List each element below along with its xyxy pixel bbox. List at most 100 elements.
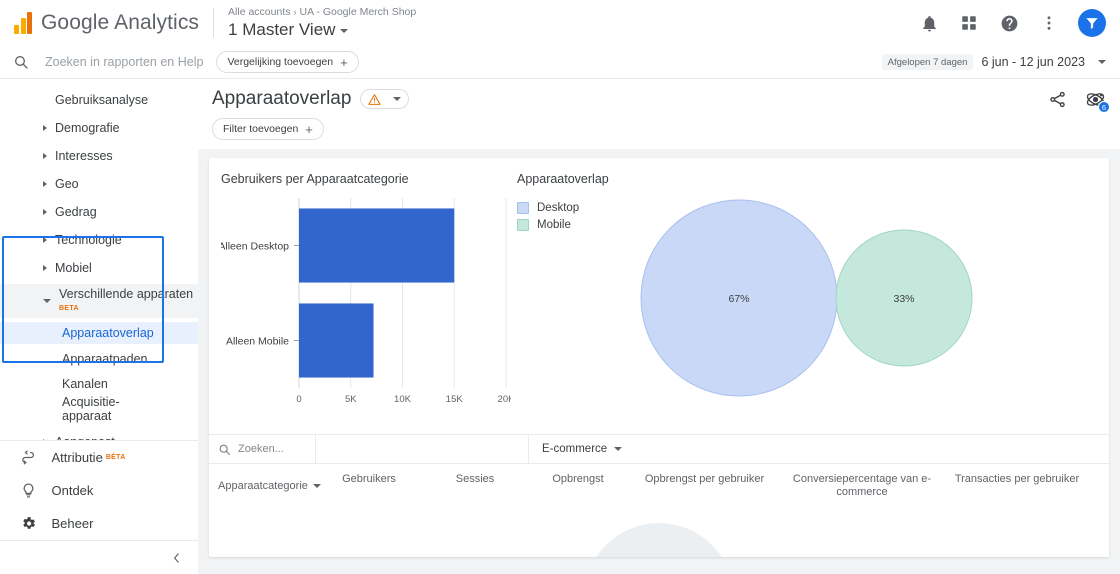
- bell-icon[interactable]: [918, 12, 940, 34]
- column-label: Conversiepercentage van e-commerce: [792, 473, 932, 498]
- search-input[interactable]: Zoeken in rapporten en Help: [45, 55, 203, 69]
- plus-icon: +: [340, 54, 348, 70]
- filter-row: Filter toevoegen +: [198, 110, 1120, 149]
- chevron-right-icon: [43, 208, 47, 215]
- sidebar-bottom: Attributie BÈTA Ontdek Beheer: [0, 440, 198, 574]
- chevron-right-icon: [43, 236, 47, 243]
- breadcrumb-accounts: Alle accounts: [228, 6, 291, 18]
- view-name-text: 1 Master View: [228, 20, 336, 39]
- more-vert-icon[interactable]: [1038, 12, 1060, 34]
- report-header: Apparaatoverlap 6 Filter toevoegen +: [198, 79, 1120, 149]
- sidebar-item-label: Apparaatoverlap: [62, 326, 154, 340]
- table-column-sessies[interactable]: Sessies: [421, 473, 529, 499]
- table-column-gebruikers[interactable]: Gebruikers: [317, 473, 421, 499]
- help-icon[interactable]: [998, 12, 1020, 34]
- sidebar-item-label: Gebruiksanalyse: [55, 92, 149, 107]
- sidebar-item-gedrag[interactable]: Gedrag: [0, 201, 198, 222]
- loader-circle-shape: [584, 523, 734, 557]
- sidebar-item-mobiel[interactable]: Mobiel: [0, 257, 198, 278]
- chevron-down-icon: [340, 28, 349, 33]
- sidebar-item-label: Geo: [55, 176, 79, 191]
- breadcrumb-property: UA - Google Merch Shop: [299, 6, 417, 18]
- account-selector[interactable]: Alle accounts › UA - Google Merch Shop 1 M…: [228, 6, 416, 40]
- date-range-text: 6 jun - 12 jun 2023: [981, 55, 1085, 69]
- collapse-sidebar-button[interactable]: [0, 541, 198, 574]
- avatar[interactable]: [1078, 9, 1106, 37]
- sidebar-item-geo[interactable]: Geo: [0, 173, 198, 194]
- chevron-down-icon: [393, 97, 402, 101]
- sidebar-item-interesses[interactable]: Interesses: [0, 145, 198, 166]
- warning-triangle-icon: [368, 93, 382, 105]
- header-divider: [213, 8, 215, 38]
- add-comparison-button[interactable]: Vergelijking toevoegen +: [216, 51, 359, 73]
- table-toolbar: Zoeken... E-commerce: [209, 435, 1109, 463]
- top-bar-actions: [918, 9, 1106, 37]
- sidebar-section-label: Ontdek: [51, 483, 94, 498]
- table-search[interactable]: Zoeken...: [209, 443, 315, 456]
- report-warning-button[interactable]: [360, 89, 410, 109]
- bar-category-label: Alleen Mobile: [226, 336, 289, 348]
- x-axis-tick-label: 0: [296, 394, 301, 405]
- table-column-headers: Apparaatcategorie Gebruikers Sessies Opb…: [209, 464, 1109, 499]
- sidebar-item-gebruiksanalyse[interactable]: Gebruiksanalyse: [0, 89, 198, 110]
- insights-button[interactable]: 6: [1084, 88, 1110, 113]
- sidebar-group-label-text: Verschillende apparaten: [59, 286, 194, 301]
- table-column-opbrengst[interactable]: Opbrengst: [529, 473, 627, 499]
- sidebar-item-apparaatpaden[interactable]: Apparaatpaden: [0, 348, 198, 369]
- column-label: Opbrengst per gebruiker: [644, 473, 765, 485]
- sidebar-group-verschillende-apparaten[interactable]: Verschillende apparaten BETA: [0, 284, 198, 318]
- column-label: Apparaatcategorie: [218, 479, 308, 492]
- chevron-down-icon: [1098, 60, 1106, 64]
- beta-badge: BETA: [59, 304, 79, 312]
- beta-badge: BÈTA: [105, 454, 126, 461]
- sidebar-section-ontdek[interactable]: Ontdek: [0, 474, 198, 507]
- table-search-input: Zoeken...: [238, 443, 284, 455]
- sidebar-item-label: Acquisitie-apparaat: [62, 395, 120, 423]
- sidebar-item-label: Demografie: [55, 120, 120, 135]
- sidebar-item-acquisitie-apparaat[interactable]: Acquisitie-apparaat: [0, 395, 198, 425]
- table-group-header-label: E-commerce: [542, 443, 608, 455]
- sidebar-section-label: Attributie: [51, 450, 103, 465]
- sidebar-section-attributie[interactable]: Attributie BÈTA: [0, 441, 198, 474]
- chevron-right-icon: [43, 152, 47, 159]
- add-filter-button[interactable]: Filter toevoegen +: [212, 118, 324, 140]
- bar[interactable]: [299, 303, 374, 378]
- sidebar-section-beheer[interactable]: Beheer: [0, 507, 198, 540]
- chevron-right-icon: [43, 264, 47, 271]
- table-column-transacties-per-gebruiker[interactable]: Transacties per gebruiker: [942, 473, 1092, 499]
- sidebar-item-kanalen[interactable]: Kanalen: [0, 373, 198, 394]
- add-filter-label: Filter toevoegen: [223, 123, 299, 135]
- chevron-right-icon: [43, 124, 47, 131]
- share-icon[interactable]: [1046, 88, 1068, 110]
- date-preset-badge: Afgelopen 7 dagen: [881, 54, 974, 70]
- date-range-selector[interactable]: Afgelopen 7 dagen 6 jun - 12 jun 2023: [881, 54, 1106, 70]
- insights-badge: 6: [1098, 101, 1110, 113]
- bar-chart-panel: Gebruikers per Apparaatcategorie Alleen …: [209, 172, 515, 434]
- x-axis-tick-label: 15K: [446, 394, 464, 405]
- table-column-conversiepercentage[interactable]: Conversiepercentage van e-commerce: [782, 473, 942, 499]
- sidebar-section-label: Beheer: [51, 516, 94, 531]
- chevron-left-icon: [173, 552, 179, 563]
- column-label: Gebruikers: [342, 473, 396, 485]
- table-column-opbrengst-per-gebruiker[interactable]: Opbrengst per gebruiker: [627, 473, 782, 499]
- sidebar-item-technologie[interactable]: Technologie: [0, 229, 198, 250]
- add-comparison-label: Vergelijking toevoegen: [227, 56, 334, 68]
- sidebar-item-label: Apparaatpaden: [62, 351, 148, 366]
- google-analytics-logo-icon: [14, 12, 32, 34]
- apps-grid-icon[interactable]: [958, 12, 980, 34]
- sidebar-item-apparaatoverlap[interactable]: Apparaatoverlap: [0, 322, 198, 344]
- sidebar-item-demografie[interactable]: Demografie: [0, 117, 198, 138]
- report-actions: 6: [1046, 88, 1110, 113]
- view-name[interactable]: 1 Master View: [228, 19, 416, 40]
- charts-card: Gebruikers per Apparaatcategorie Alleen …: [209, 158, 1109, 557]
- table-group-header-ecommerce[interactable]: E-commerce: [529, 443, 623, 455]
- bar[interactable]: [299, 208, 455, 283]
- breadcrumb-separator: ›: [293, 7, 297, 17]
- x-axis-tick-label: 5K: [345, 394, 357, 405]
- table-column-apparaatcategorie[interactable]: Apparaatcategorie: [209, 473, 321, 499]
- sidebar: Gebruiksanalyse Demografie Interesses Ge…: [0, 79, 198, 574]
- search-icon: [219, 444, 230, 455]
- plus-icon: +: [305, 121, 313, 137]
- x-axis-tick-label: 10K: [394, 394, 412, 405]
- bar-category-label: Alleen Desktop: [221, 241, 289, 253]
